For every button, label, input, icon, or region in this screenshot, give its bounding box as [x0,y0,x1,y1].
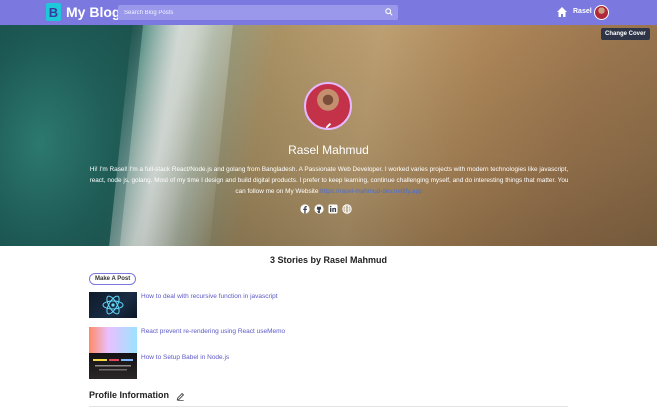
home-icon[interactable] [556,6,568,18]
facebook-icon[interactable] [300,204,310,214]
globe-icon[interactable] [342,204,352,214]
search-icon[interactable] [385,8,393,16]
story-title-link[interactable]: How to deal with recursive function in j… [141,293,278,300]
change-cover-button[interactable]: Change Cover [601,28,650,40]
react-logo-icon [102,295,124,315]
story-thumbnail[interactable] [89,353,137,379]
divider [89,406,568,407]
search-input[interactable] [118,5,378,20]
avatar[interactable] [594,5,609,20]
profile-info-heading: Profile Information [89,390,170,400]
story-title-link[interactable]: How to Setup Babel in Node.js [141,354,229,361]
cover-photo: Change Cover Rasel Mahmud Hi! I'm Rasel!… [0,25,657,246]
social-links [300,204,360,216]
linkedin-icon[interactable] [328,204,338,214]
brand-title[interactable]: My Blog [66,3,120,21]
navbar: B My Blog Rasel [0,0,657,25]
pencil-icon[interactable] [176,392,185,401]
stories-heading: 3 Stories by Rasel Mahmud [269,255,388,265]
user-name[interactable]: Rasel [573,8,592,15]
story-title-link[interactable]: React prevent re-rendering using React u… [141,328,285,335]
edit-avatar-icon[interactable] [325,122,332,129]
story-thumbnail[interactable] [89,327,137,353]
story-thumbnail[interactable] [89,292,137,318]
website-link[interactable]: https://rasel-mahmud-dev.netlify.app [320,188,422,195]
babel-thumbnail-art [93,359,133,371]
logo-badge[interactable]: B [46,3,61,21]
profile-name: Rasel Mahmud [288,143,369,157]
search-bar [118,5,398,20]
make-post-button[interactable]: Make A Post [89,273,137,285]
profile-bio: Hi! I'm Rasel! I'm a full-stack React/No… [88,164,570,197]
github-icon[interactable] [314,204,324,214]
